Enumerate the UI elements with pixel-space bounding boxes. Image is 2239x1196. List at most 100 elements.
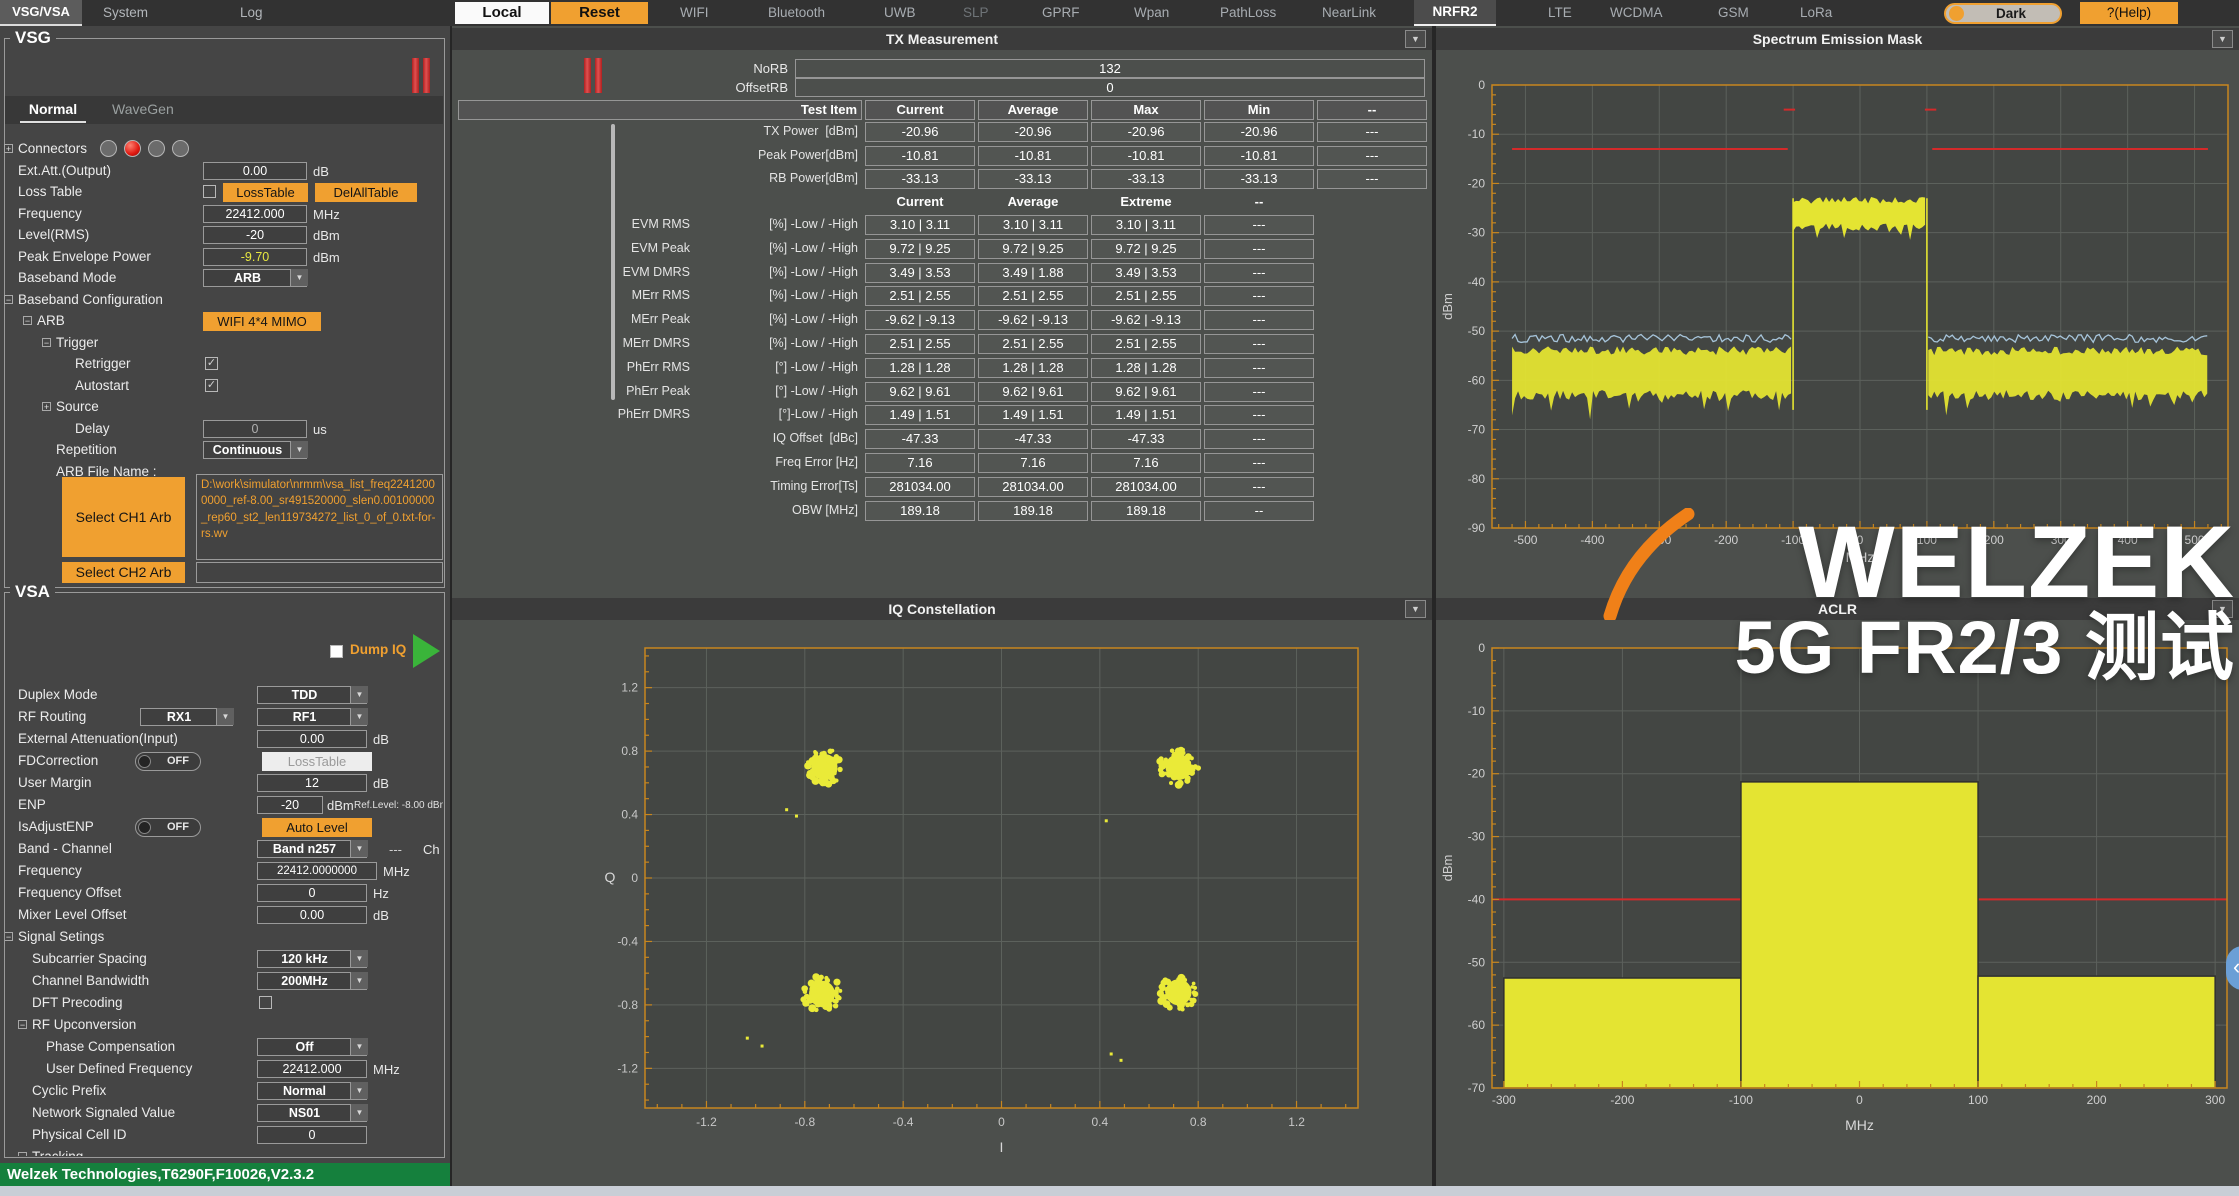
- vsg-arb-tree-toggle[interactable]: −: [23, 316, 32, 325]
- vsa-subcarrier-spacing-dropdown[interactable]: 120 kHz▼: [257, 950, 367, 968]
- svg-text:0: 0: [1856, 1093, 1863, 1107]
- dump-iq-checkbox[interactable]: [330, 645, 343, 658]
- tx-table-cell: 3.49 | 3.53: [1091, 263, 1201, 283]
- tx-cell-value: 2.51 | 2.55: [866, 335, 974, 353]
- tab-uwb[interactable]: UWB: [884, 5, 916, 20]
- tab-gsm[interactable]: GSM: [1718, 5, 1749, 20]
- vsg-autostart-checkbox[interactable]: ✓: [205, 379, 218, 392]
- vsg-trigger-tree-toggle[interactable]: −: [42, 338, 51, 347]
- vsa-external-attenuation-input-input-value: 0.00: [258, 731, 366, 747]
- vsa-frequency-offset-input[interactable]: 0: [257, 884, 367, 902]
- vsg-frequency-label: Frequency: [18, 206, 82, 221]
- offsetrb-input[interactable]: 0: [795, 78, 1425, 97]
- vsa-fdcorrection-toggle[interactable]: OFF: [135, 752, 201, 771]
- vsa-mixer-level-offset-input[interactable]: 0.00: [257, 906, 367, 924]
- vsa-tracking-tree-toggle[interactable]: −: [18, 1152, 27, 1156]
- dark-mode-toggle[interactable]: Dark: [1944, 3, 2062, 24]
- vsa-external-attenuation-input-input[interactable]: 0.00: [257, 730, 367, 748]
- vsa-phase-compensation-dropdown-value: Off: [258, 1039, 351, 1055]
- vsa-enp-input[interactable]: -20: [257, 796, 323, 814]
- vsa-rf-upconversion-tree-toggle[interactable]: −: [18, 1020, 27, 1029]
- vsa-band-channel-dropdown[interactable]: Band n257▼: [257, 840, 367, 858]
- vsa-run-play-button[interactable]: [413, 634, 440, 668]
- vsa-isadjustenp-toggle[interactable]: OFF: [135, 818, 201, 837]
- tab-wifi[interactable]: WIFI: [680, 5, 709, 20]
- tab-pathloss[interactable]: PathLoss: [1220, 5, 1276, 20]
- vsa-frequency-input[interactable]: 22412.0000000: [257, 862, 377, 880]
- tx-table-cell: 281034.00: [1091, 477, 1201, 497]
- vsg-peak-envelope-power-input-value: -9.70: [204, 249, 306, 265]
- menu-item-log[interactable]: Log: [240, 5, 263, 20]
- tab-gprf[interactable]: GPRF: [1042, 5, 1080, 20]
- svg-text:200: 200: [2087, 1093, 2107, 1107]
- vsa-physical-cell-id-input[interactable]: 0: [257, 1126, 367, 1144]
- reset-button[interactable]: Reset: [551, 2, 648, 24]
- vsg-ext-att-output-input[interactable]: 0.00: [203, 162, 307, 180]
- iq-constellation-collapse-arrow[interactable]: ▼: [1405, 600, 1426, 618]
- tab-wcdma[interactable]: WCDMA: [1610, 5, 1663, 20]
- loss-table-button[interactable]: LossTable: [223, 183, 308, 202]
- vsg-loss-table-checkbox[interactable]: [203, 185, 216, 198]
- welzek-logo-swoosh-icon: [1596, 508, 1716, 620]
- tx-table-cell: 2.51 | 2.55: [978, 334, 1088, 354]
- vsa-rf-routing-dropdown-1[interactable]: RX1▼: [140, 708, 233, 726]
- help-button[interactable]: ?(Help): [2080, 2, 2178, 24]
- vsg-peak-envelope-power-input[interactable]: -9.70: [203, 248, 307, 266]
- vsa-channel-bandwidth-dropdown[interactable]: 200MHz▼: [257, 972, 367, 990]
- vsa-channel-bandwidth-dropdown-value: 200MHz: [258, 973, 351, 989]
- vsg-retrigger-checkbox[interactable]: ✓: [205, 357, 218, 370]
- tab-wpan[interactable]: Wpan: [1134, 5, 1169, 20]
- tx-row-name-evm-dmrs: EVM DMRS: [470, 265, 690, 279]
- vsg-baseband-mode-dropdown-arrow-icon: ▼: [290, 269, 308, 286]
- vsa-user-defined-frequency-input[interactable]: 22412.000: [257, 1060, 367, 1078]
- tx-measurement-collapse-arrow[interactable]: ▼: [1405, 30, 1426, 48]
- tab-lte[interactable]: LTE: [1548, 5, 1572, 20]
- tx-table-cell: -10.81: [865, 146, 975, 166]
- vsa-dft-precoding-checkbox[interactable]: [259, 996, 272, 1009]
- vsg-source-tree-toggle[interactable]: +: [42, 402, 51, 411]
- vsa-signal-setings-tree-toggle[interactable]: −: [5, 932, 13, 941]
- vsa-phase-compensation-dropdown[interactable]: Off▼: [257, 1038, 367, 1056]
- norb-input[interactable]: 132: [795, 59, 1425, 78]
- select-ch1-arb-button[interactable]: Select CH1 Arb: [62, 477, 185, 557]
- vsa-user-margin-input[interactable]: 12: [257, 774, 367, 792]
- tx-table-cell: ---: [1204, 334, 1314, 354]
- del-all-table-button[interactable]: DelAllTable: [315, 183, 417, 202]
- vsg-loss-table-label: Loss Table: [18, 184, 82, 199]
- tx-table-cell: -20.96: [1204, 122, 1314, 142]
- tab-bluetooth[interactable]: Bluetooth: [768, 5, 825, 20]
- menu-item-system[interactable]: System: [103, 5, 148, 20]
- vsg-repetition-dropdown[interactable]: Continuous▼: [203, 441, 307, 459]
- vsg-arb-button[interactable]: WIFI 4*4 MIMO: [203, 312, 321, 331]
- tab-slp[interactable]: SLP: [963, 5, 989, 20]
- tab-nrfr2[interactable]: NRFR2: [1414, 0, 1496, 26]
- vsg-baseband-configuration-tree-toggle[interactable]: −: [4, 295, 13, 304]
- menu-item-vsg-vsa[interactable]: VSG/VSA: [0, 0, 82, 26]
- vsg-tab-normal[interactable]: Normal: [14, 101, 92, 117]
- auto-level-button[interactable]: Auto Level: [262, 818, 372, 837]
- vsg-tab-wavegen[interactable]: WaveGen: [112, 101, 174, 117]
- losstable-button[interactable]: LossTable: [262, 752, 372, 771]
- tab-nearlink[interactable]: NearLink: [1322, 5, 1376, 20]
- vsa-network-signaled-value-dropdown[interactable]: NS01▼: [257, 1104, 367, 1122]
- svg-text:-80: -80: [1468, 472, 1486, 486]
- local-button[interactable]: Local: [455, 2, 549, 24]
- vsg-connectors-tree-toggle[interactable]: +: [4, 144, 13, 153]
- vsg-baseband-mode-dropdown[interactable]: ARB▼: [203, 269, 307, 287]
- vsa-cyclic-prefix-dropdown-value: Normal: [258, 1083, 351, 1099]
- vsg-frequency-input[interactable]: 22412.000: [203, 205, 307, 223]
- tx-table-cell: ---: [1317, 146, 1427, 166]
- svg-text:-40: -40: [1468, 892, 1486, 906]
- tab-lora[interactable]: LoRa: [1800, 5, 1832, 20]
- vsa-rf-routing-dropdown-2[interactable]: RF1▼: [257, 708, 367, 726]
- tx-row-name-pherr-rms: PhErr RMS: [470, 360, 690, 374]
- vsa-duplex-mode-dropdown[interactable]: TDD▼: [257, 686, 367, 704]
- vsa-frequency-offset-input-value: 0: [258, 885, 366, 901]
- vsa-fdcorrection-toggle-label: OFF: [158, 755, 198, 767]
- tx-panel-scrollbar[interactable]: [611, 124, 615, 400]
- vsa-cyclic-prefix-dropdown[interactable]: Normal▼: [257, 1082, 367, 1100]
- tx-cell-value: Max: [1092, 101, 1200, 119]
- vsg-delay-input[interactable]: 0: [203, 420, 307, 438]
- select-ch2-arb-button[interactable]: Select CH2 Arb: [62, 562, 185, 583]
- vsg-level-rms-input[interactable]: -20: [203, 226, 307, 244]
